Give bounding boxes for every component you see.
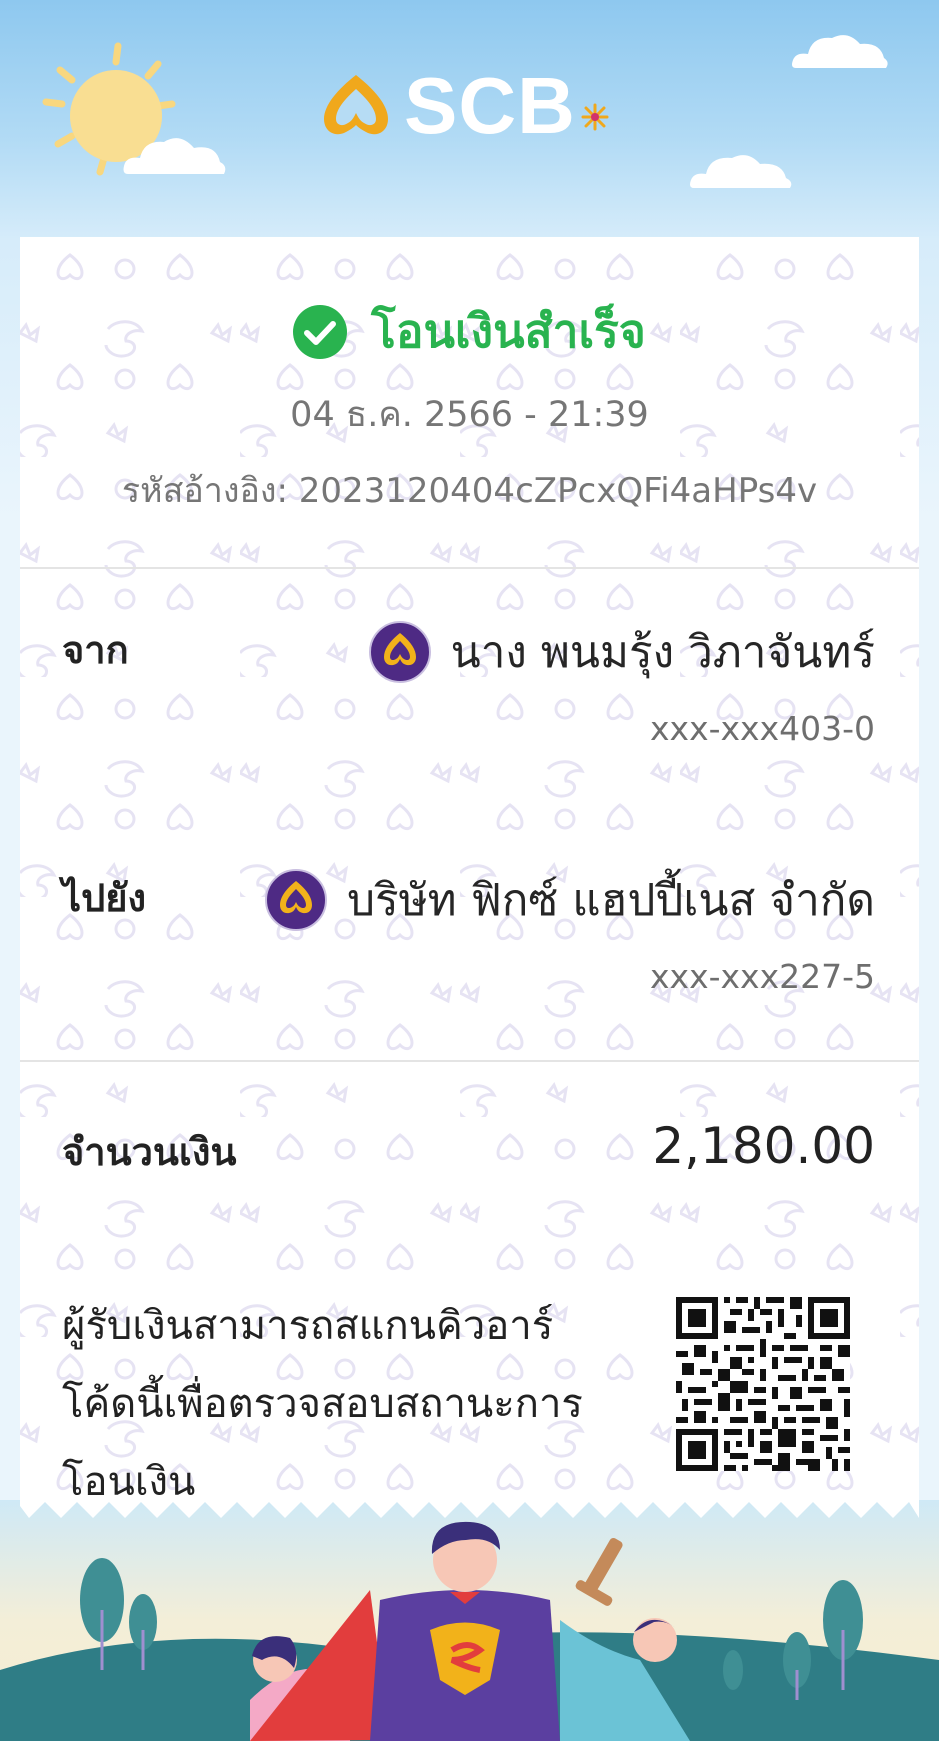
cloud-icon	[690, 155, 792, 188]
divider	[20, 567, 919, 569]
reference-label: รหัสอ้างอิง:	[121, 471, 288, 511]
reference-value[interactable]: 2023120404cZPcxQFi4aHPs4v	[299, 471, 817, 511]
qr-code[interactable]	[676, 1297, 850, 1471]
receipt-card: โอนเงินสำเร็จ 04 ธ.ค. 2566 - 21:39 รหัสอ…	[20, 237, 919, 1530]
to-name: บริษัท ฟิกซ์ แฮปปี้เนส จำกัด	[347, 875, 875, 926]
transaction-datetime: 04 ธ.ค. 2566 - 21:39	[290, 395, 649, 435]
cloud-icon	[123, 138, 226, 174]
scb-logo: SCB	[318, 61, 609, 150]
sparkle-icon	[581, 103, 609, 131]
to-label: ไปยัง	[62, 876, 147, 920]
from-label: จาก	[62, 628, 129, 672]
scb-logo-icon	[368, 621, 431, 683]
to-account: xxx-xxx227-5	[650, 957, 875, 996]
footer-illustration	[0, 1500, 939, 1741]
brand-name: SCB	[404, 61, 576, 150]
status-text: โอนเงินสำเร็จ	[371, 304, 646, 358]
amount-label: จำนวนเงิน	[62, 1130, 237, 1174]
receipt-zigzag-edge	[20, 1500, 919, 1518]
from-name: นาง พนมรุ้ง วิภาจันทร์	[450, 627, 875, 678]
check-circle-icon	[293, 304, 348, 359]
reference-row: รหัสอ้างอิง: 2023120404cZPcxQFi4aHPs4v	[20, 463, 919, 517]
heroes-illustration	[0, 1521, 939, 1741]
status-row: โอนเงินสำเร็จ	[20, 295, 919, 368]
scb-logo-icon	[265, 869, 328, 931]
scb-logo-icon	[324, 75, 388, 135]
from-account: xxx-xxx403-0	[650, 709, 875, 748]
amount-value: 2,180.00	[652, 1117, 875, 1175]
cloud-icon	[792, 35, 888, 68]
divider	[20, 1060, 919, 1062]
header: SCB	[0, 0, 939, 240]
qr-note: ผู้รับเงินสามารถสแกนคิวอาร์โค้ดนี้เพื่อต…	[62, 1303, 583, 1505]
to-party: บริษัท ฟิกซ์ แฮปปี้เนส จำกัด	[265, 865, 875, 935]
from-party: นาง พนมรุ้ง วิภาจันทร์	[368, 617, 875, 687]
